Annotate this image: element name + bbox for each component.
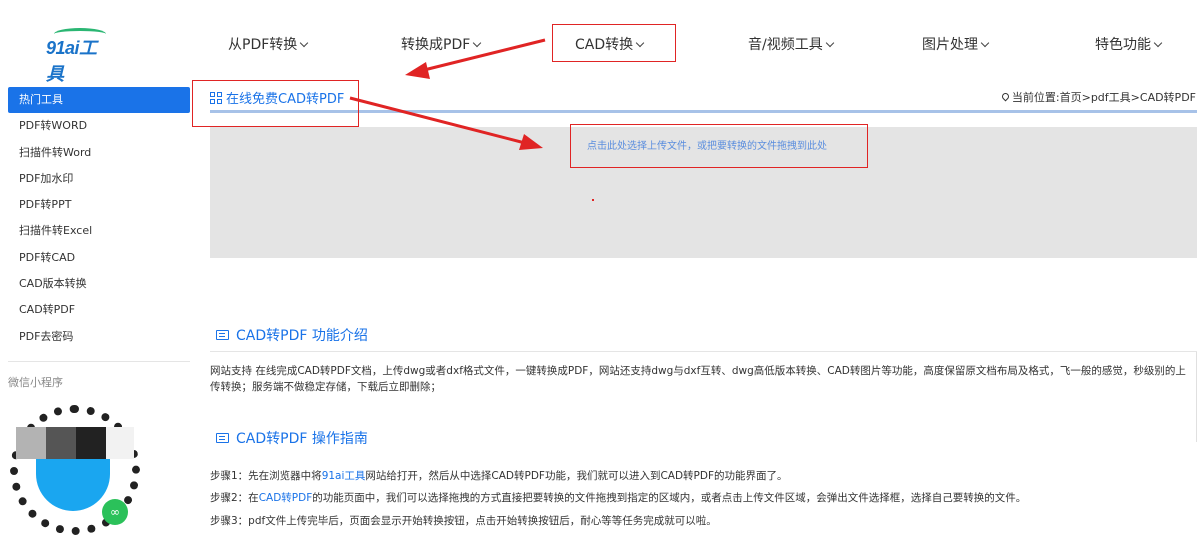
breadcrumb-text[interactable]: 当前位置:首页>pdf工具>CAD转PDF (1012, 91, 1196, 104)
guide-step-2: 步骤2：在CAD转PDF的功能页面中，我们可以选择拖拽的方式直接把要转换的文件拖… (210, 492, 1027, 504)
guide-step-3: 步骤3：pdf文件上传完毕后，页面会显示开始转换按钮，点击开始转换按钮后，耐心等… (210, 515, 717, 527)
qr-block (76, 427, 106, 459)
chevron-down-icon (980, 38, 990, 48)
document-icon (216, 433, 229, 443)
sidebar: 热门工具 PDF转WORD 扫描件转Word PDF加水印 PDF转PPT 扫描… (0, 87, 190, 350)
annotation-box-upload (570, 124, 868, 168)
nav-item-special[interactable]: 特色功能 (1095, 34, 1163, 54)
sidebar-item-pdf-watermark[interactable]: PDF加水印 (0, 166, 190, 192)
red-dot-marker (592, 199, 594, 201)
content-right-border (1196, 352, 1197, 442)
nav-item-to-pdf[interactable]: 转换成PDF (401, 34, 482, 54)
intro-section-title: CAD转PDF 功能介绍 (216, 325, 368, 345)
link-cad-to-pdf[interactable]: CAD转PDF (259, 492, 313, 504)
sidebar-item-cad-to-pdf[interactable]: CAD转PDF (0, 297, 190, 323)
location-pin-icon (1000, 91, 1011, 102)
link-91ai[interactable]: 91ai工具 (322, 470, 366, 482)
chevron-down-icon (300, 38, 309, 48)
section-divider (210, 351, 1197, 352)
chevron-down-icon (1153, 38, 1163, 48)
chevron-down-icon (473, 38, 482, 48)
nav-item-from-pdf[interactable]: 从PDF转换 (228, 34, 309, 54)
sidebar-item-pdf-to-word[interactable]: PDF转WORD (0, 113, 190, 139)
guide-step-1: 步骤1：先在浏览器中将91ai工具网站给打开，然后从中选择CAD转PDF功能，我… (210, 470, 788, 482)
guide-section-title: CAD转PDF 操作指南 (216, 428, 368, 448)
nav-item-av-tools[interactable]: 音/视频工具 (748, 34, 834, 54)
chevron-down-icon (825, 38, 834, 48)
mini-program-label: 微信小程序 (8, 376, 63, 389)
sidebar-item-scan-to-excel[interactable]: 扫描件转Excel (0, 218, 190, 244)
document-icon (216, 330, 229, 340)
qr-block (106, 427, 134, 459)
qr-block (46, 427, 76, 459)
sidebar-item-pdf-to-ppt[interactable]: PDF转PPT (0, 192, 190, 218)
breadcrumb: 当前位置:首页>pdf工具>CAD转PDF (1000, 89, 1196, 105)
annotation-box-title (192, 80, 359, 127)
sidebar-item-pdf-remove-password[interactable]: PDF去密码 (0, 324, 190, 350)
sidebar-divider (8, 361, 190, 362)
wechat-icon: ∞ (102, 499, 128, 525)
sidebar-item-pdf-to-cad[interactable]: PDF转CAD (0, 245, 190, 271)
qr-block (16, 427, 46, 459)
nav-item-image[interactable]: 图片处理 (922, 34, 990, 54)
sidebar-item-hot-tools[interactable]: 热门工具 (8, 87, 190, 114)
intro-text: 网站支持 在线完成CAD转PDF文档，上传dwg或者dxf格式文件，一键转换成P… (210, 365, 1186, 393)
annotation-box-nav (552, 24, 676, 62)
sidebar-item-cad-version[interactable]: CAD版本转换 (0, 271, 190, 297)
mini-program-qr-code: ∞ (10, 405, 140, 535)
sidebar-item-scan-to-word[interactable]: 扫描件转Word (0, 140, 190, 166)
